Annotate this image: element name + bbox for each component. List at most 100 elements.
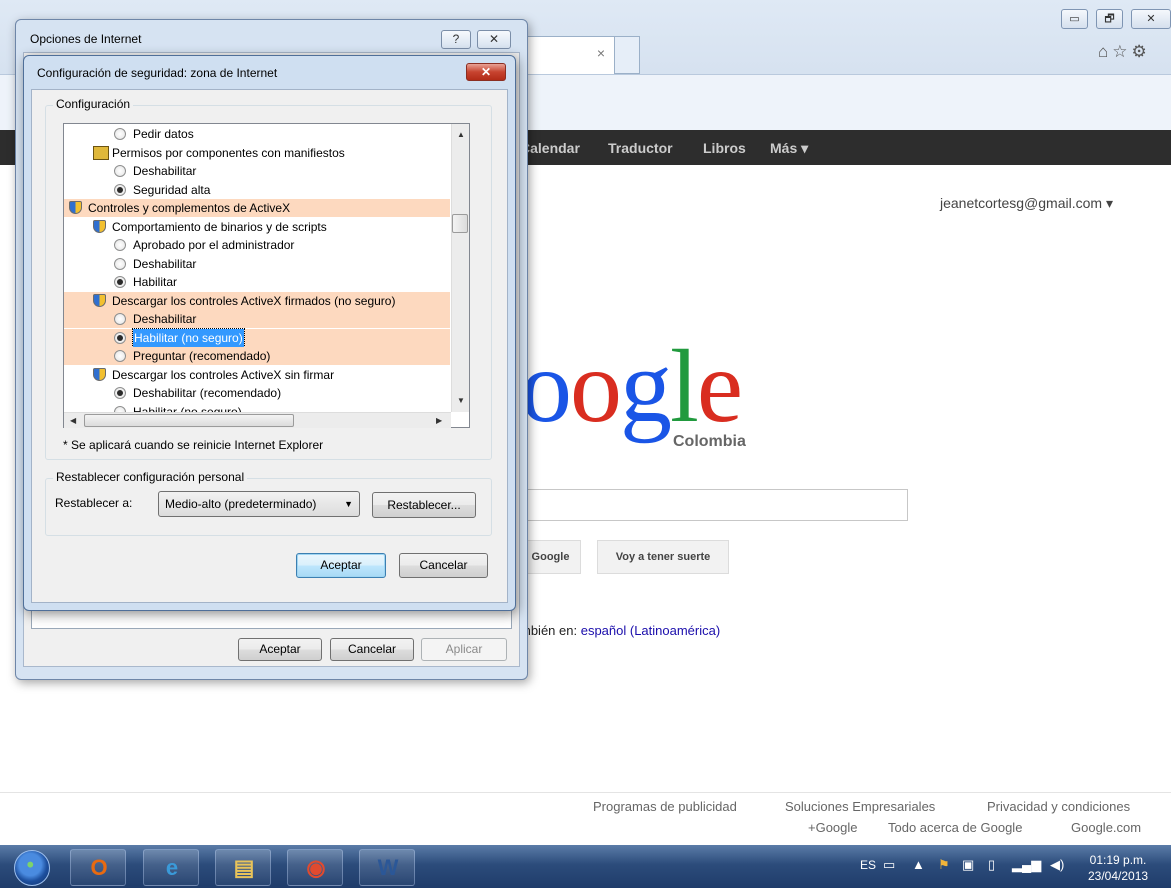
radio-button[interactable]	[114, 165, 126, 177]
setting-label: Deshabilitar	[133, 312, 197, 326]
radio-button[interactable]	[114, 331, 126, 344]
scroll-up-icon[interactable]: ▲	[457, 130, 465, 139]
setting-label: Habilitar	[133, 275, 178, 289]
restore-button[interactable]: 🗗	[1096, 9, 1123, 29]
radio-button[interactable]	[114, 313, 126, 325]
search-input[interactable]	[520, 489, 908, 521]
setting-label: Aprobado por el administrador	[133, 238, 295, 252]
file-explorer-taskbar-button[interactable]: ▤	[215, 849, 271, 886]
setting-option-row[interactable]: Deshabilitar	[64, 162, 450, 180]
radio-button[interactable]	[114, 239, 126, 251]
radio-button[interactable]	[114, 276, 126, 288]
logo-letter: e	[696, 329, 743, 444]
footer-about-link[interactable]: Todo acerca de Google	[888, 820, 1022, 835]
footer-ads-link[interactable]: Programas de publicidad	[593, 799, 737, 814]
language-offer: mbién en: español (Latinoamérica)	[520, 623, 720, 638]
outlook-taskbar-button[interactable]: O	[70, 849, 126, 886]
setting-label: Deshabilitar	[133, 256, 197, 271]
clock-time: 01:19 p.m.	[1089, 853, 1147, 867]
setting-category-row[interactable]: Descargar los controles ActiveX firmados…	[64, 291, 450, 310]
footer-privacy-link[interactable]: Privacidad y condiciones	[987, 799, 1130, 814]
signal-icon[interactable]: ▂▄▆	[1012, 857, 1041, 873]
battery-icon[interactable]: ▯	[988, 857, 995, 873]
setting-label: Controles y complementos de ActiveX	[88, 201, 291, 215]
tab-close-icon[interactable]: ×	[593, 45, 609, 61]
setting-label: Deshabilitar (recomendado)	[133, 386, 282, 400]
start-button[interactable]	[14, 850, 50, 886]
setting-option-row[interactable]: Deshabilitar (recomendado)	[64, 384, 450, 402]
footer-business-link[interactable]: Soluciones Empresariales	[785, 799, 935, 814]
minimize-button[interactable]: ▭	[1061, 9, 1088, 29]
horizontal-scroll-thumb[interactable]	[84, 414, 294, 427]
radio-button[interactable]	[114, 183, 126, 196]
internet-options-ok-button[interactable]: Aceptar	[238, 638, 322, 661]
security-cancel-button[interactable]: Cancelar	[399, 553, 488, 578]
setting-category-row[interactable]: Controles y complementos de ActiveX	[64, 199, 450, 217]
setting-option-row[interactable]: Deshabilitar	[64, 310, 450, 328]
nav-more-link[interactable]: Más ▾	[770, 140, 808, 157]
scroll-down-icon[interactable]: ▼	[457, 396, 465, 405]
reset-button[interactable]: Restablecer...	[372, 492, 476, 518]
setting-category-row[interactable]: Descargar los controles ActiveX sin firm…	[64, 366, 450, 384]
dropdown-arrow-icon: ▼	[344, 499, 353, 509]
internet-explorer-taskbar-button[interactable]: e	[143, 849, 199, 886]
word-taskbar-button[interactable]: W	[359, 849, 415, 886]
account-menu[interactable]: jeanetcortesg@gmail.com ▾	[940, 195, 1113, 212]
setting-label: Permisos por componentes con manifiestos	[112, 145, 345, 160]
help-button[interactable]: ?	[441, 30, 471, 49]
reset-level-select[interactable]: Medio-alto (predeterminado) ▼	[158, 491, 360, 517]
radio-button[interactable]	[114, 350, 126, 362]
internet-options-title: Opciones de Internet	[30, 32, 142, 46]
setting-option-row[interactable]: Preguntar (recomendado)	[64, 347, 450, 365]
language-indicator[interactable]: ES	[860, 858, 876, 872]
system-clock[interactable]: 01:19 p.m. 23/04/2013	[1088, 852, 1148, 884]
setting-option-row[interactable]: Seguridad alta	[64, 181, 450, 199]
setting-option-row[interactable]: Habilitar	[64, 273, 450, 291]
language-link[interactable]: español (Latinoamérica)	[581, 623, 720, 638]
google-search-button[interactable]: Google	[521, 540, 581, 574]
keyboard-icon[interactable]: ▭	[883, 857, 895, 873]
scroll-left-icon[interactable]: ◀	[70, 416, 76, 425]
logo-letter: o	[570, 329, 622, 444]
footer-google-com-link[interactable]: Google.com	[1071, 820, 1141, 835]
home-favorites-tools-icons[interactable]: ⌂☆⚙	[1098, 42, 1151, 62]
internet-options-cancel-button[interactable]: Cancelar	[330, 638, 414, 661]
radio-button[interactable]	[114, 387, 126, 399]
radio-button[interactable]	[114, 257, 126, 270]
security-dialog-close-button[interactable]: ✕	[466, 63, 506, 81]
radio-button[interactable]	[114, 128, 126, 140]
chrome-taskbar-button[interactable]: ◉	[287, 849, 343, 886]
network-warning-icon[interactable]: ▣	[962, 857, 974, 873]
vertical-scrollbar[interactable]: ▲ ▼	[451, 124, 469, 412]
internet-options-close-button[interactable]: ✕	[477, 30, 511, 49]
volume-icon[interactable]: ◀)	[1050, 857, 1064, 873]
outlook-icon: O	[90, 855, 108, 880]
action-center-flag-icon[interactable]: ⚑	[938, 857, 950, 873]
scroll-right-icon[interactable]: ▶	[436, 416, 442, 425]
nav-calendar-link[interactable]: Calendar	[520, 140, 580, 156]
new-tab-button[interactable]	[614, 36, 640, 74]
show-hidden-icons-icon[interactable]: ▲	[912, 857, 925, 872]
word-icon: W	[377, 855, 399, 880]
reset-level-value: Medio-alto (predeterminado)	[165, 497, 317, 511]
clock-date: 23/04/2013	[1088, 869, 1149, 883]
setting-option-row[interactable]: Pedir datos	[64, 125, 450, 143]
setting-category-row[interactable]: Comportamiento de binarios y de scripts	[64, 218, 450, 236]
lucky-button[interactable]: Voy a tener suerte	[597, 540, 729, 574]
setting-option-row[interactable]: Habilitar (no seguro)	[64, 327, 450, 348]
google-logo: oogle	[520, 335, 743, 439]
setting-label: Descargar los controles ActiveX firmados…	[112, 293, 396, 308]
setting-category-row[interactable]: Permisos por componentes con manifiestos	[64, 144, 450, 162]
security-dialog-title: Configuración de seguridad: zona de Inte…	[37, 66, 278, 80]
vertical-scroll-thumb[interactable]	[452, 214, 468, 233]
setting-option-row[interactable]: Deshabilitar	[64, 255, 450, 273]
internet-options-apply-button: Aplicar	[421, 638, 507, 661]
nav-books-link[interactable]: Libros	[703, 140, 746, 156]
language-offer-prefix: mbién en:	[520, 623, 578, 638]
close-window-button[interactable]: ✕	[1131, 9, 1171, 29]
setting-label: Descargar los controles ActiveX sin firm…	[112, 367, 335, 382]
footer-plus-link[interactable]: +Google	[808, 820, 858, 835]
nav-translate-link[interactable]: Traductor	[608, 140, 673, 156]
security-ok-button[interactable]: Aceptar	[296, 553, 386, 578]
setting-option-row[interactable]: Aprobado por el administrador	[64, 236, 450, 254]
